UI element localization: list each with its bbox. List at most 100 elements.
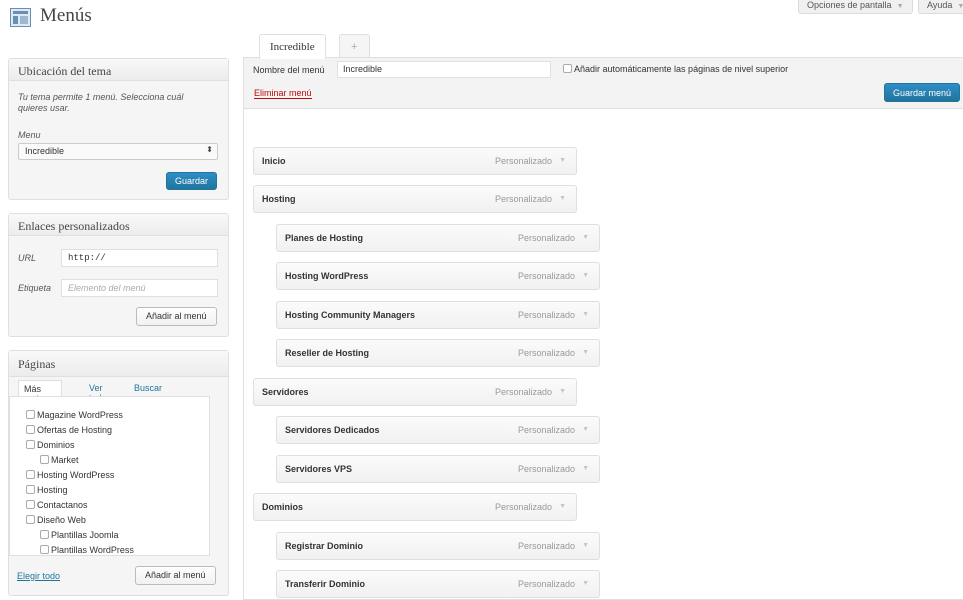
delete-menu-link[interactable]: Eliminar menú [254,88,312,99]
checkbox[interactable] [26,425,35,434]
page-checkbox-item[interactable]: Dominios [26,440,75,453]
menu-item-title: Servidores Dedicados [285,425,380,435]
checkbox[interactable] [40,530,49,539]
menu-item-type: Personalizado [517,310,575,320]
url-input[interactable]: http:// [61,249,218,267]
menu-item-type: Personalizado [494,156,552,166]
theme-locations-description: Tu tema permite 1 menú. Selecciona cuál … [18,92,184,113]
link-text-input[interactable]: Elemento del menú [61,279,218,297]
page-checkbox-item[interactable]: Hosting [26,485,68,498]
checkbox[interactable] [26,470,35,479]
menu-item[interactable]: Hosting Personalizado ▼ [253,185,577,213]
menu-item-type: Personalizado [517,541,575,551]
checkbox[interactable] [26,515,35,524]
menu-name-input[interactable]: Incredible [337,61,551,78]
custom-links-title[interactable]: Enlaces personalizados [9,214,228,236]
add-custom-link-button[interactable]: Añadir al menú [136,307,217,326]
menu-item-title: Hosting WordPress [285,271,369,281]
screen-options-button[interactable]: Opciones de pantalla ▼ [798,0,913,14]
menu-item-title: Hosting Community Managers [285,310,416,320]
menu-item-type: Personalizado [517,579,575,589]
menu-item[interactable]: Dominios Personalizado ▼ [253,493,577,521]
chevron-down-icon: ▼ [896,3,904,10]
expand-arrow-icon[interactable]: ▼ [559,388,566,395]
expand-arrow-icon[interactable]: ▼ [582,465,589,472]
menu-item-type: Personalizado [517,348,575,358]
menu-item[interactable]: Transferir Dominio Personalizado ▼ [276,570,600,598]
checkbox[interactable] [26,410,35,419]
expand-arrow-icon[interactable]: ▼ [582,272,589,279]
add-pages-button[interactable]: Añadir al menú [135,566,216,585]
save-locations-button[interactable]: Guardar [166,172,218,190]
expand-arrow-icon[interactable]: ▼ [559,503,566,510]
menu-item-type: Personalizado [517,425,575,435]
menu-item-title: Servidores [262,387,309,397]
expand-arrow-icon[interactable]: ▼ [582,311,589,318]
auto-add-pages-option[interactable]: Añadir automáticamente las páginas de ni… [563,64,788,74]
menu-item-type: Personalizado [517,464,575,474]
page-label: Plantillas WordPress [51,545,134,555]
page-checkbox-item[interactable]: Market [40,455,79,468]
pages-title[interactable]: Páginas [9,351,228,377]
menu-name-label: Nombre del menú [253,65,325,75]
menu-item[interactable]: Servidores Personalizado ▼ [253,378,577,406]
tab-most-recent[interactable]: Más reciente [18,380,63,404]
menu-item-type: Personalizado [517,233,575,243]
tab-view-all[interactable]: Ver todo [84,380,112,403]
menu-item-title: Dominios [262,502,304,512]
menu-item[interactable]: Hosting WordPress Personalizado ▼ [276,262,600,290]
save-menu-button[interactable]: Guardar menú [884,83,961,102]
menu-item-title: Registrar Dominio [285,541,364,551]
tab-menu-incredible[interactable]: Incredible [259,34,326,59]
auto-add-pages-checkbox[interactable] [563,64,572,73]
page-checkbox-item[interactable]: Plantillas Joomla [40,530,119,543]
page-checkbox-item[interactable]: Diseño Web [26,515,86,528]
custom-links-box: Enlaces personalizados URL http:// Etiqu… [8,213,229,337]
menu-item-title: Transferir Dominio [285,579,366,589]
menu-item[interactable]: Inicio Personalizado ▼ [253,147,577,175]
auto-add-pages-label: Añadir automáticamente las páginas de ni… [574,64,789,74]
select-arrows-icon: ⬍ [206,145,213,154]
expand-arrow-icon[interactable]: ▼ [582,580,589,587]
menu-item[interactable]: Registrar Dominio Personalizado ▼ [276,532,600,560]
theme-locations-title[interactable]: Ubicación del tema [9,59,228,81]
expand-arrow-icon[interactable]: ▼ [582,234,589,241]
checkbox[interactable] [26,440,35,449]
checkbox[interactable] [40,455,49,464]
expand-arrow-icon[interactable]: ▼ [582,426,589,433]
expand-arrow-icon[interactable]: ▼ [559,195,566,202]
menu-item[interactable]: Servidores VPS Personalizado ▼ [276,455,600,483]
menu-item-title: Planes de Hosting [285,233,364,243]
menu-item[interactable]: Hosting Community Managers Personalizado… [276,301,600,329]
menu-item-type: Personalizado [494,502,552,512]
page-label: Hosting [37,485,68,495]
page-checkbox-item[interactable]: Contactanos [26,500,88,513]
menu-item[interactable]: Planes de Hosting Personalizado ▼ [276,224,600,252]
menu-item-title: Inicio [262,156,286,166]
checkbox[interactable] [26,485,35,494]
select-all-link[interactable]: Elegir todo [17,571,60,581]
menu-item[interactable]: Reseller de Hosting Personalizado ▼ [276,339,600,367]
theme-locations-box: Ubicación del tema Tu tema permite 1 men… [8,58,229,200]
checkbox[interactable] [40,545,49,554]
expand-arrow-icon[interactable]: ▼ [582,349,589,356]
page-checkbox-item[interactable]: Magazine WordPress [26,410,123,423]
help-button[interactable]: Ayuda ▼ [918,0,963,14]
checkbox[interactable] [26,500,35,509]
page-checkbox-item[interactable]: Hosting WordPress [26,470,114,483]
page-label: Dominios [37,440,75,450]
expand-arrow-icon[interactable]: ▼ [559,157,566,164]
page-label: Magazine WordPress [37,410,123,420]
menu-item-title: Reseller de Hosting [285,348,370,358]
menu-item[interactable]: Servidores Dedicados Personalizado ▼ [276,416,600,444]
menu-location-select[interactable]: Incredible ⬍ [18,143,218,160]
help-label: Ayuda [927,0,953,10]
menu-location-select-value: Incredible [25,146,65,156]
page-checkbox-item[interactable]: Plantillas WordPress [40,545,134,558]
page-label: Market [51,455,79,465]
expand-arrow-icon[interactable]: ▼ [582,542,589,549]
page-checkbox-item[interactable]: Ofertas de Hosting [26,425,112,438]
tab-search[interactable]: Buscar [129,380,167,397]
add-menu-tab[interactable]: + [339,34,370,58]
menus-page-icon [10,8,31,27]
